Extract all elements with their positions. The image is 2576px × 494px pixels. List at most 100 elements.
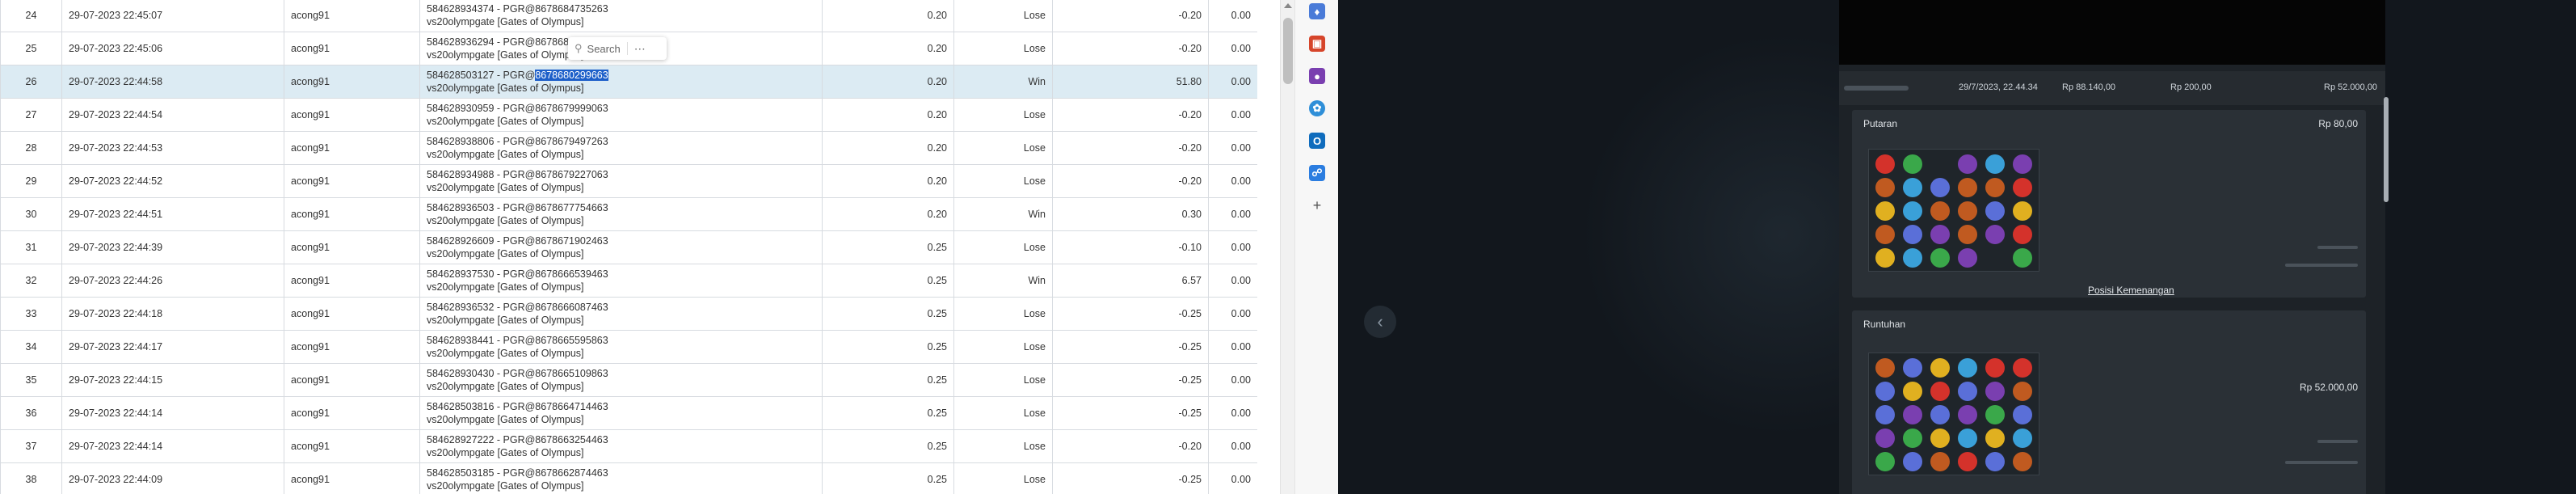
game-name: vs20olympgate [Gates of Olympus] <box>427 315 584 326</box>
slot-symbol-icon <box>1985 178 2005 197</box>
winlose-amount: -0.25 <box>1052 396 1209 430</box>
row-number: 31 <box>0 230 62 264</box>
username: acong91 <box>284 197 420 231</box>
table-row[interactable]: 36 29-07-2023 22:44:14 acong91 584628503816… <box>0 396 1257 430</box>
round-cell: 584628934988 - PGR@8678679227063 vs20olym… <box>419 164 823 198</box>
username: acong91 <box>284 462 420 494</box>
search-label[interactable]: Search <box>587 43 621 55</box>
slot-symbol-icon <box>1958 225 1977 244</box>
winlose-amount: -0.25 <box>1052 363 1209 397</box>
table-row[interactable]: 28 29-07-2023 22:44:53 acong91 584628938806… <box>0 131 1257 165</box>
add-icon[interactable]: + <box>1309 197 1325 213</box>
scroll-up-arrow-icon[interactable] <box>1284 3 1292 8</box>
round-id: 584628930430 - PGR@8678665109863 <box>427 368 608 379</box>
slot-symbol-icon <box>2013 382 2032 401</box>
slot-symbol-icon <box>1985 382 2005 401</box>
copilot-icon[interactable]: ✿ <box>1309 100 1325 116</box>
shopping-icon[interactable]: ☍ <box>1309 165 1325 181</box>
winlose-amount: -0.25 <box>1052 297 1209 331</box>
table-row[interactable]: 33 29-07-2023 22:44:18 acong91 584628936532… <box>0 297 1257 331</box>
winlose-amount: 51.80 <box>1052 65 1209 99</box>
search-icon: ⚲ <box>575 42 583 54</box>
tag-icon[interactable]: ♦ <box>1309 3 1325 19</box>
runtuhan-note-1 <box>2317 440 2358 443</box>
row-number: 25 <box>0 32 62 65</box>
slot-symbol-icon <box>1903 382 1922 401</box>
result-status: Lose <box>953 297 1053 331</box>
slot-symbol-icon <box>2013 201 2032 221</box>
table-scrollbar[interactable] <box>1280 0 1294 494</box>
row-number: 33 <box>0 297 62 331</box>
back-arrow-icon[interactable]: ‹ <box>1364 306 1396 338</box>
bet-amount: 0.20 <box>822 164 954 198</box>
round-id-selected-text[interactable]: 8678680299663 <box>535 70 608 81</box>
slot-symbol-icon <box>1903 405 1922 424</box>
winning-positions-link[interactable]: Posisi Kemenangan <box>2088 285 2174 296</box>
username: acong91 <box>284 65 420 99</box>
slot-symbol-icon <box>1958 358 1977 378</box>
slot-symbol-icon <box>1875 225 1895 244</box>
table-row[interactable]: 29 29-07-2023 22:44:52 acong91 584628934988… <box>0 164 1257 198</box>
more-options-icon[interactable]: ⋯ <box>634 42 646 56</box>
bet-amount: 0.25 <box>822 396 954 430</box>
slot-symbol-icon <box>1930 201 1950 221</box>
slot-symbol-icon <box>1875 248 1895 268</box>
game-frame-scrollbar[interactable] <box>2384 97 2389 202</box>
slot-symbol-icon <box>2013 154 2032 174</box>
winlose-amount: -0.20 <box>1052 0 1209 32</box>
jackpot-amount: 0.00 <box>1208 32 1257 65</box>
outlook-icon[interactable]: O <box>1309 133 1325 149</box>
username: acong91 <box>284 264 420 298</box>
bet-amount: 0.20 <box>822 197 954 231</box>
table-row[interactable]: 31 29-07-2023 22:44:39 acong91 584628926609… <box>0 230 1257 264</box>
table-row[interactable]: 24 29-07-2023 22:45:07 acong91 584628934374… <box>0 0 1257 32</box>
selection-search-popup[interactable]: ⚲ Search ⋯ <box>568 37 667 60</box>
bet-amount: 0.20 <box>822 98 954 132</box>
bet-date: 29-07-2023 22:45:06 <box>61 32 284 65</box>
round-balance: Rp 88.140,00 <box>2062 82 2116 92</box>
table-row[interactable]: 34 29-07-2023 22:44:17 acong91 584628938441… <box>0 330 1257 364</box>
slot-symbol-icon <box>1875 452 1895 471</box>
table-row[interactable]: 26 29-07-2023 22:44:58 acong91 584628503127… <box>0 65 1257 99</box>
username: acong91 <box>284 98 420 132</box>
people-icon[interactable]: ● <box>1309 68 1325 84</box>
table-row[interactable]: 38 29-07-2023 22:44:09 acong91 584628503185… <box>0 462 1257 494</box>
round-id-prefix: 584628503127 - PGR@ <box>427 70 536 81</box>
frame-header <box>1839 0 2385 65</box>
round-cell: 584628936503 - PGR@8678677754663 vs20olym… <box>419 197 823 231</box>
slot-symbol-icon <box>1875 382 1895 401</box>
table-row[interactable]: 37 29-07-2023 22:44:14 acong91 584628927222… <box>0 429 1257 463</box>
username: acong91 <box>284 297 420 331</box>
row-number: 24 <box>0 0 62 32</box>
slot-symbol-icon <box>1903 154 1922 174</box>
scrollbar-thumb[interactable] <box>1283 18 1293 84</box>
slot-symbol-icon <box>1985 201 2005 221</box>
username: acong91 <box>284 32 420 65</box>
slot-symbol-icon <box>1903 225 1922 244</box>
bet-date: 29-07-2023 22:44:14 <box>61 429 284 463</box>
round-id: 584628936503 - PGR@8678677754663 <box>427 202 608 213</box>
round-summary-row: 29/7/2023, 22.44.34 Rp 88.140,00 Rp 200,… <box>1839 71 2385 105</box>
table-row[interactable]: 30 29-07-2023 22:44:51 acong91 584628936503… <box>0 197 1257 231</box>
slot-symbol-icon <box>1958 429 1977 448</box>
table-row[interactable]: 32 29-07-2023 22:44:26 acong91 584628937530… <box>0 264 1257 298</box>
table-row[interactable]: 27 29-07-2023 22:44:54 acong91 584628930959… <box>0 98 1257 132</box>
username: acong91 <box>284 330 420 364</box>
round-cell: 584628938441 - PGR@8678665595863 vs20olym… <box>419 330 823 364</box>
jackpot-amount: 0.00 <box>1208 363 1257 397</box>
table-row[interactable]: 35 29-07-2023 22:44:15 acong91 584628930430… <box>0 363 1257 397</box>
bet-date: 29-07-2023 22:44:53 <box>61 131 284 165</box>
toolbox-icon[interactable]: ▣ <box>1309 36 1325 52</box>
row-number: 30 <box>0 197 62 231</box>
jackpot-amount: 0.00 <box>1208 0 1257 32</box>
bet-date: 29-07-2023 22:45:07 <box>61 0 284 32</box>
game-name: vs20olympgate [Gates of Olympus] <box>427 116 584 127</box>
round-id: 584628934374 - PGR@8678684735263 <box>427 3 608 15</box>
slot-symbol-icon <box>1985 225 2005 244</box>
game-name: vs20olympgate [Gates of Olympus] <box>427 480 584 492</box>
slot-symbol-icon <box>1985 405 2005 424</box>
round-win: Rp 52.000,00 <box>2324 82 2378 92</box>
slot-symbol-icon <box>1930 248 1950 268</box>
winlose-amount: -0.20 <box>1052 32 1209 65</box>
slot-symbol-icon <box>1930 225 1950 244</box>
